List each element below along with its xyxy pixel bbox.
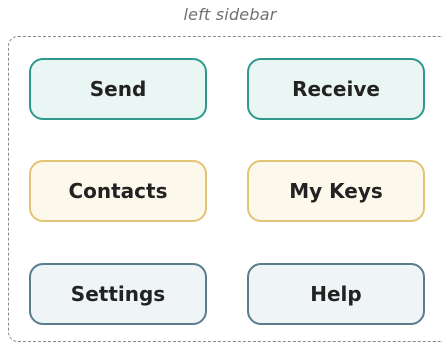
sidebar-caption: left sidebar bbox=[183, 5, 277, 24]
receive-button[interactable]: Receive bbox=[247, 58, 425, 120]
my-keys-button[interactable]: My Keys bbox=[247, 160, 425, 222]
help-button[interactable]: Help bbox=[247, 263, 425, 325]
send-button[interactable]: Send bbox=[29, 58, 207, 120]
settings-button[interactable]: Settings bbox=[29, 263, 207, 325]
contacts-button[interactable]: Contacts bbox=[29, 160, 207, 222]
